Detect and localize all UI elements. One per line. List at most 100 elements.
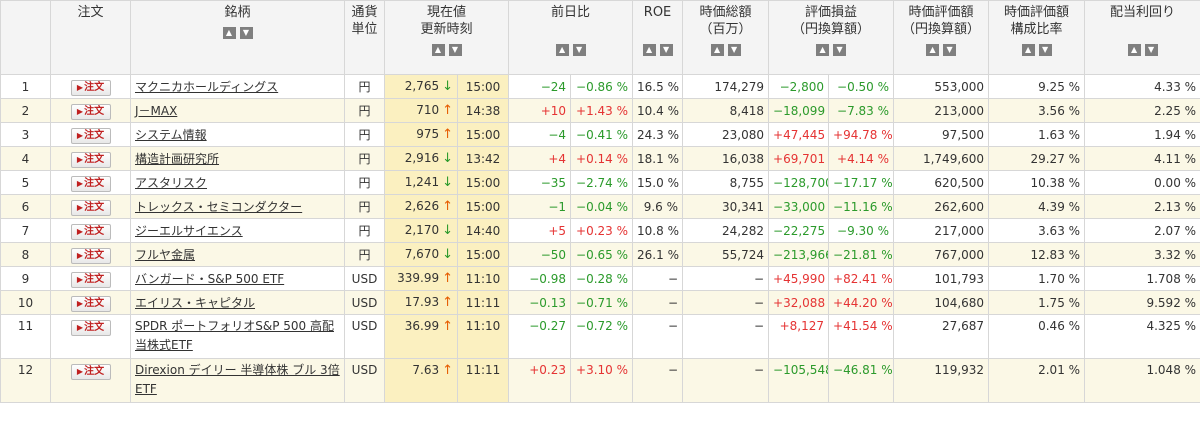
play-icon: ▶ xyxy=(76,107,84,116)
stock-name-link[interactable]: SPDR ポートフォリオS&P 500 高配当株式ETF xyxy=(135,319,334,352)
order-button[interactable]: ▶ 注文 xyxy=(70,296,111,312)
change-cell: −24 xyxy=(508,74,572,99)
sort-ascending-button[interactable]: ▲ xyxy=(816,43,830,56)
stock-name-link[interactable]: 構造計画研究所 xyxy=(135,152,219,166)
stock-name-cell: SPDR ポートフォリオS&P 500 高配当株式ETF xyxy=(130,314,345,359)
play-icon: ▶ xyxy=(76,299,84,308)
arrow-down-icon: ↓ xyxy=(442,175,453,190)
sort-descending-button[interactable]: ▼ xyxy=(239,26,253,39)
price-cell: 36.99 ↑ xyxy=(384,314,458,359)
stock-name-link[interactable]: バンガード・S&P 500 ETF xyxy=(135,272,284,286)
currency-cell: 円 xyxy=(344,74,385,99)
order-button[interactable]: ▶ 注文 xyxy=(70,320,111,336)
change-percent-cell: −0.72 % xyxy=(570,314,634,359)
dividend-yield-cell: 4.11 % xyxy=(1084,146,1200,171)
market-value-cell: 213,000 xyxy=(893,98,990,123)
stock-name-link[interactable]: システム情報 xyxy=(135,128,207,142)
stock-name-link[interactable]: ジーエルサイエンス xyxy=(135,224,243,238)
order-cell: ▶ 注文 xyxy=(50,194,131,219)
sort-ascending-button[interactable]: ▲ xyxy=(710,43,724,56)
order-button-label: 注文 xyxy=(84,130,105,141)
sort-descending-button[interactable]: ▼ xyxy=(448,43,462,56)
currency-cell: 円 xyxy=(344,194,385,219)
market-value-cell: 217,000 xyxy=(893,218,990,243)
sort-descending-button[interactable]: ▼ xyxy=(1144,43,1158,56)
profit-loss-cell: −22,275 xyxy=(768,218,830,243)
header-yield: 配当利回り ▲ ▼ xyxy=(1084,0,1200,75)
row-number: 8 xyxy=(0,242,51,267)
sort-descending-button[interactable]: ▼ xyxy=(833,43,847,56)
order-button[interactable]: ▶ 注文 xyxy=(70,364,111,380)
sort-ascending-button[interactable]: ▲ xyxy=(431,43,445,56)
sort-ascending-button[interactable]: ▲ xyxy=(555,43,569,56)
stock-name-cell: J－MAX xyxy=(130,98,345,123)
profit-loss-cell: +45,990 xyxy=(768,266,830,291)
sort-ascending-button[interactable]: ▲ xyxy=(926,43,940,56)
stock-name-cell: アスタリスク xyxy=(130,170,345,195)
stock-name-cell: エイリス・キャピタル xyxy=(130,290,345,315)
sort-descending-button[interactable]: ▼ xyxy=(659,43,673,56)
header-num xyxy=(0,0,51,75)
row-number: 12 xyxy=(0,358,51,403)
change-cell: +5 xyxy=(508,218,572,243)
change-percent-cell: −0.86 % xyxy=(570,74,634,99)
sort-descending-button[interactable]: ▼ xyxy=(1038,43,1052,56)
arrow-up-icon: ↑ xyxy=(442,363,453,378)
table-row: 7 ▶ 注文 ジーエルサイエンス円 2,170 ↓ 14:40 +5 +0.23 % 10.8 %… xyxy=(0,218,1200,243)
stock-name-link[interactable]: アスタリスク xyxy=(135,176,207,190)
currency-cell: 円 xyxy=(344,170,385,195)
price-value: 339.99 xyxy=(397,271,440,285)
sort-descending-button[interactable]: ▼ xyxy=(572,43,586,56)
order-button[interactable]: ▶ 注文 xyxy=(70,200,111,216)
stock-name-link[interactable]: エイリス・キャピタル xyxy=(135,296,255,310)
stock-name-link[interactable]: Direxion デイリー 半導体株 ブル 3倍 ETF xyxy=(135,363,340,396)
play-icon: ▶ xyxy=(76,275,84,284)
order-button[interactable]: ▶ 注文 xyxy=(70,80,111,96)
update-time-cell: 15:00 xyxy=(456,194,510,219)
play-icon: ▶ xyxy=(76,131,84,140)
market-cap-cell: 24,282 xyxy=(682,218,770,243)
profit-loss-percent-cell: −7.83 % xyxy=(828,98,895,123)
order-cell: ▶ 注文 xyxy=(50,314,131,359)
play-icon: ▶ xyxy=(76,227,84,236)
market-value-cell: 767,000 xyxy=(893,242,990,267)
price-value: 7,670 xyxy=(404,247,440,261)
price-cell: 7,670 ↓ xyxy=(384,242,458,267)
roe-cell: 24.3 % xyxy=(632,122,684,147)
order-button[interactable]: ▶ 注文 xyxy=(70,104,111,120)
stock-name-link[interactable]: マクニカホールディングス xyxy=(135,80,278,94)
sort-buttons: ▲ ▼ xyxy=(513,41,628,58)
currency-cell: USD xyxy=(344,358,385,403)
order-button[interactable]: ▶ 注文 xyxy=(70,176,111,192)
stock-name-link[interactable]: J－MAX xyxy=(135,104,177,118)
sort-ascending-button[interactable]: ▲ xyxy=(1021,43,1035,56)
change-percent-cell: −0.41 % xyxy=(570,122,634,147)
stock-name-link[interactable]: トレックス・セミコンダクター xyxy=(135,200,302,214)
stock-name-link[interactable]: フルヤ金属 xyxy=(135,248,195,262)
order-button-label: 注文 xyxy=(84,322,105,333)
profit-loss-percent-cell: +4.14 % xyxy=(828,146,895,171)
order-button[interactable]: ▶ 注文 xyxy=(70,152,111,168)
order-button[interactable]: ▶ 注文 xyxy=(70,248,111,264)
sort-ascending-button[interactable]: ▲ xyxy=(1127,43,1141,56)
sort-ascending-button[interactable]: ▲ xyxy=(222,26,236,39)
sort-descending-button[interactable]: ▼ xyxy=(727,43,741,56)
row-number: 6 xyxy=(0,194,51,219)
change-cell: +4 xyxy=(508,146,572,171)
sort-buttons: ▲ ▼ xyxy=(898,41,984,58)
price-cell: 7.63 ↑ xyxy=(384,358,458,403)
currency-cell: 円 xyxy=(344,98,385,123)
row-number: 11 xyxy=(0,314,51,359)
order-button[interactable]: ▶ 注文 xyxy=(70,272,111,288)
order-cell: ▶ 注文 xyxy=(50,358,131,403)
stock-name-cell: Direxion デイリー 半導体株 ブル 3倍 ETF xyxy=(130,358,345,403)
order-button[interactable]: ▶ 注文 xyxy=(70,128,111,144)
table-row: 4 ▶ 注文 構造計画研究所円 2,916 ↓ 13:42 +4 +0.14 % 18.1 % 16… xyxy=(0,146,1200,171)
sort-ascending-button[interactable]: ▲ xyxy=(642,43,656,56)
market-cap-cell: 8,755 xyxy=(682,170,770,195)
sort-descending-button[interactable]: ▼ xyxy=(943,43,957,56)
price-cell: 2,170 ↓ xyxy=(384,218,458,243)
profit-loss-cell: −105,548 xyxy=(768,358,830,403)
header-pl: 評価損益 （円換算額） ▲ ▼ xyxy=(768,0,895,75)
order-button[interactable]: ▶ 注文 xyxy=(70,224,111,240)
